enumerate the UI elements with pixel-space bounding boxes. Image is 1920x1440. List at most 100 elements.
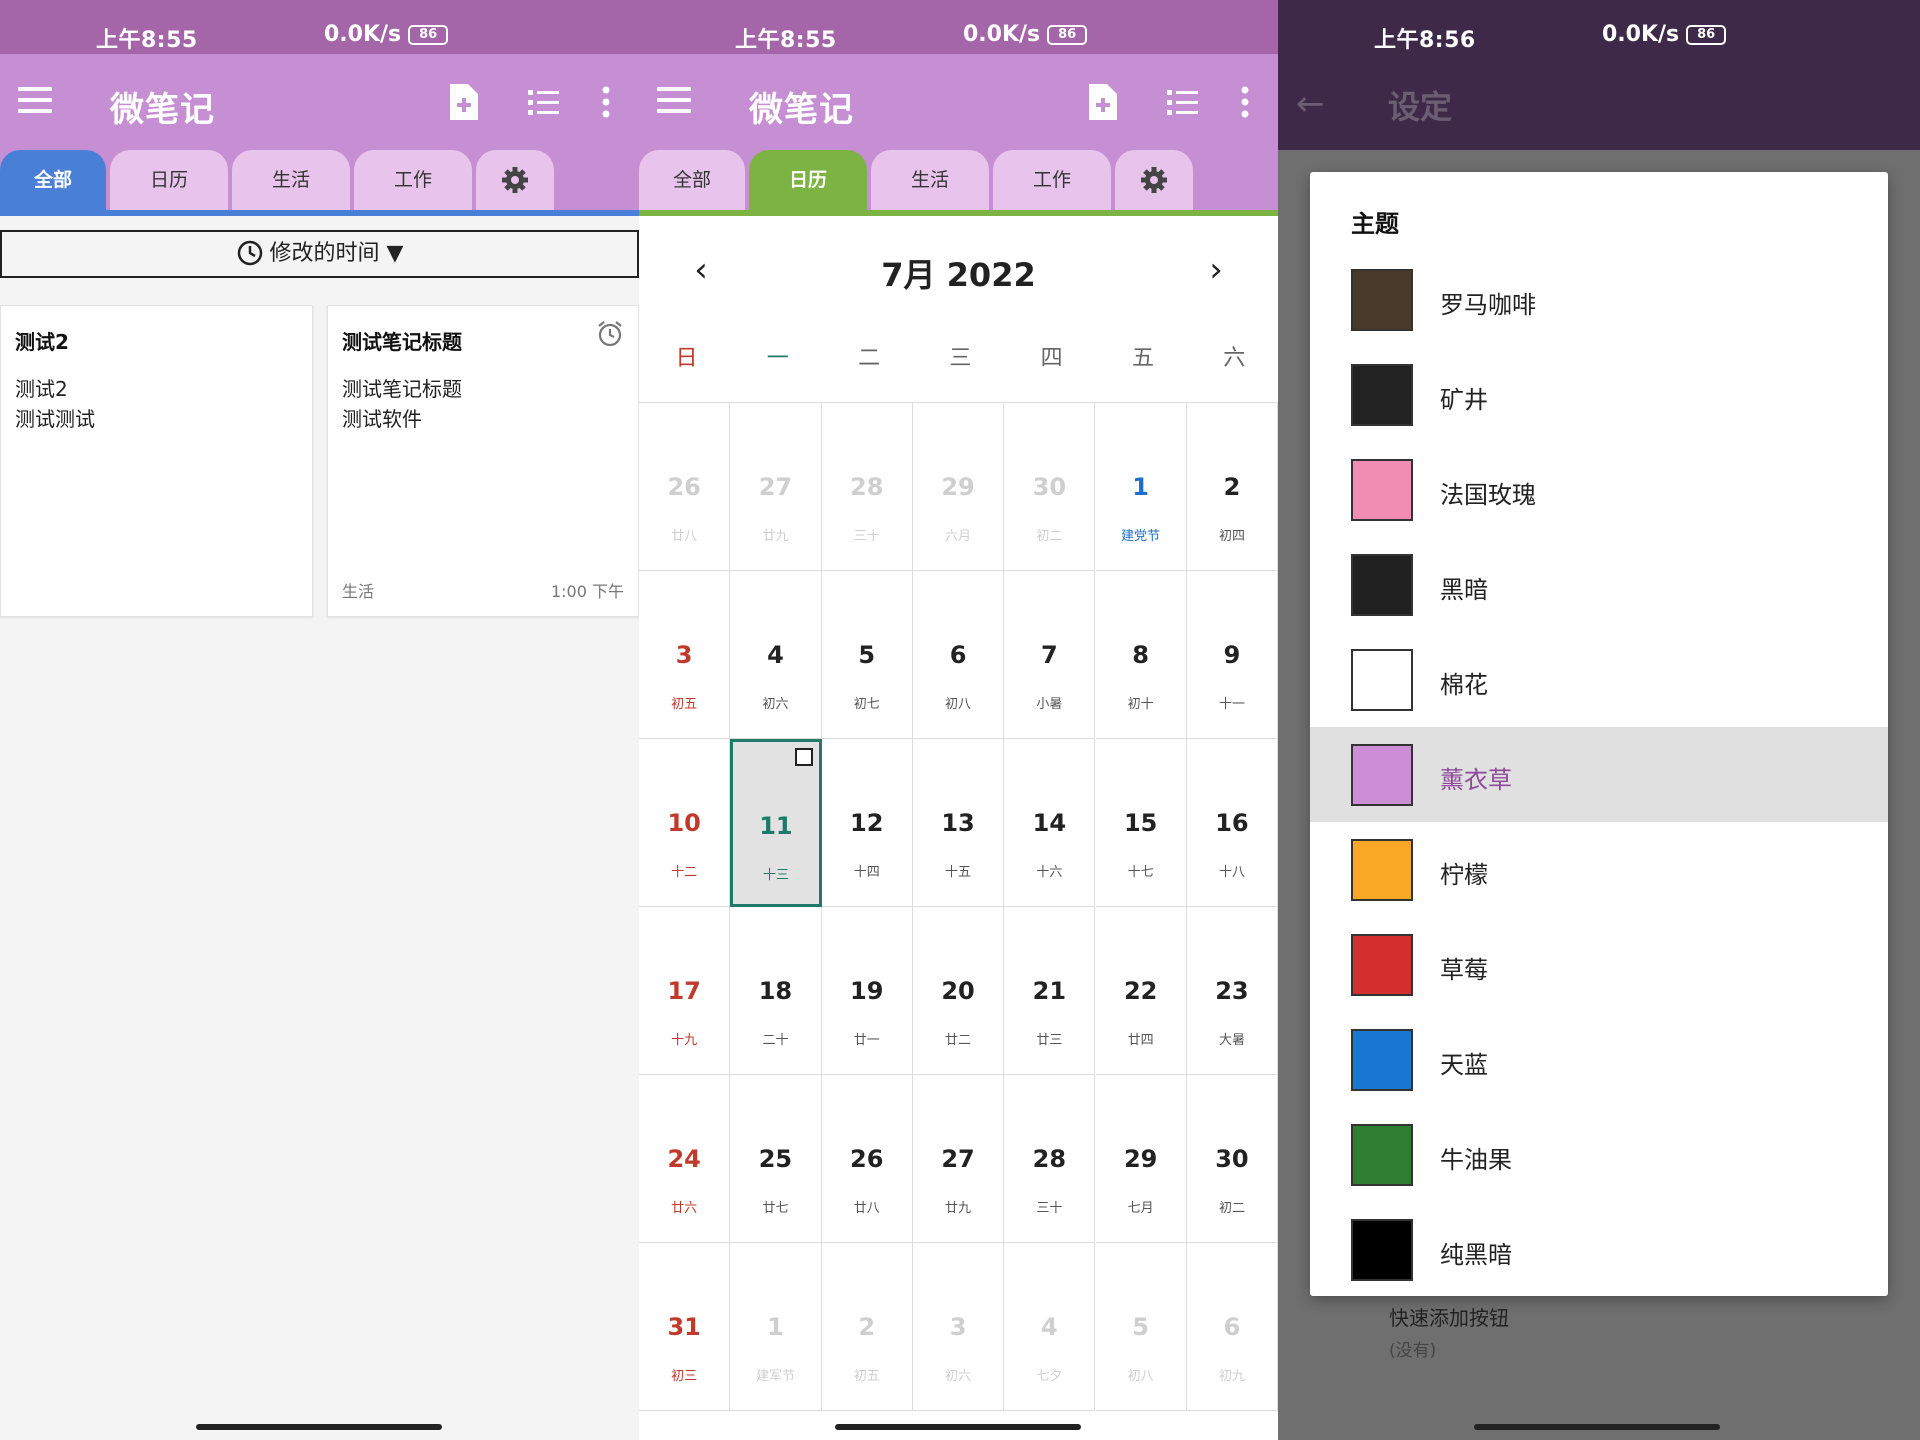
calendar-day-cell[interactable]: 28 三十 xyxy=(821,403,913,571)
tab-calendar[interactable]: 日历 xyxy=(749,150,867,212)
lunar-label: 十九 xyxy=(671,1033,698,1048)
calendar-day-cell[interactable]: 24 廿六 xyxy=(639,1075,731,1243)
calendar-day-cell[interactable]: 4 初六 xyxy=(730,571,822,739)
tab-settings[interactable] xyxy=(1115,150,1193,212)
calendar-day-cell[interactable]: 5 初八 xyxy=(1095,1243,1187,1411)
lunar-label: 廿九 xyxy=(945,1201,972,1216)
note-card[interactable]: 测试2 测试2 测试测试 xyxy=(0,305,313,617)
calendar-day-cell[interactable]: 23 大暑 xyxy=(1186,907,1278,1075)
tab-work[interactable]: 工作 xyxy=(993,150,1111,212)
theme-color-swatch xyxy=(1351,649,1413,711)
calendar-day-cell[interactable]: 2 初五 xyxy=(821,1243,913,1411)
tab-all[interactable]: 全部 xyxy=(0,150,106,212)
menu-icon[interactable] xyxy=(18,87,52,113)
day-number: 2 xyxy=(858,1313,876,1341)
battery-icon: 86 xyxy=(1047,24,1088,45)
more-options-icon[interactable] xyxy=(1237,82,1253,122)
theme-option[interactable]: 棉花 xyxy=(1310,632,1888,727)
tab-work[interactable]: 工作 xyxy=(354,150,472,212)
calendar-day-cell[interactable]: 10 十二 xyxy=(639,739,731,907)
tab-life[interactable]: 生活 xyxy=(232,150,350,212)
calendar-screen: 上午8:55 0.0K/s 86 微笔记 全部 日历 生活 工作 ‹ 7月 20… xyxy=(639,0,1278,1440)
calendar-day-cell[interactable]: 18 二十 xyxy=(730,907,822,1075)
calendar-day-cell[interactable]: 21 廿三 xyxy=(1004,907,1096,1075)
lunar-label: 初十 xyxy=(1127,697,1154,712)
theme-option[interactable]: 纯黑暗 xyxy=(1310,1202,1888,1297)
calendar-day-cell[interactable]: 15 十七 xyxy=(1095,739,1187,907)
calendar-day-cell[interactable]: 3 初六 xyxy=(912,1243,1005,1411)
day-number: 20 xyxy=(941,977,975,1005)
calendar-day-cell[interactable]: 5 初七 xyxy=(821,571,913,739)
calendar-day-cell[interactable]: 16 十八 xyxy=(1186,739,1278,907)
note-card[interactable]: 测试笔记标题 测试笔记标题 测试软件 生活 1:00 下午 xyxy=(327,305,639,617)
theme-option[interactable]: 罗马咖啡 xyxy=(1310,252,1888,347)
lunar-label: 初八 xyxy=(945,697,972,712)
theme-color-swatch xyxy=(1351,934,1413,996)
calendar-day-cell[interactable]: 13 十五 xyxy=(912,739,1005,907)
calendar-day-cell[interactable]: 27 廿九 xyxy=(912,1075,1005,1243)
day-number: 12 xyxy=(850,809,884,837)
calendar-day-cell[interactable]: 29 七月 xyxy=(1095,1075,1187,1243)
calendar-day-cell[interactable]: 12 十四 xyxy=(821,739,913,907)
quick-add-setting-label[interactable]: 快速添加按钮 xyxy=(1389,1302,1509,1331)
next-month-button[interactable]: › xyxy=(1196,252,1236,292)
lunar-label: 初二 xyxy=(1218,1201,1245,1216)
note-checkbox-icon[interactable] xyxy=(794,748,813,766)
calendar-day-cell[interactable]: 3 初五 xyxy=(639,571,731,739)
calendar-day-cell[interactable]: 14 十六 xyxy=(1004,739,1096,907)
calendar-day-cell[interactable]: 11 十三 xyxy=(730,739,822,907)
calendar-day-cell[interactable]: 4 七夕 xyxy=(1004,1243,1096,1411)
calendar-day-cell[interactable]: 30 初二 xyxy=(1004,403,1096,571)
theme-color-swatch xyxy=(1351,744,1413,806)
lunar-label: 初八 xyxy=(1127,1369,1154,1384)
calendar-day-cell[interactable]: 27 廿九 xyxy=(730,403,822,571)
list-view-icon[interactable] xyxy=(526,82,562,122)
calendar-day-cell[interactable]: 7 小暑 xyxy=(1004,571,1096,739)
theme-option[interactable]: 天蓝 xyxy=(1310,1012,1888,1107)
menu-icon[interactable] xyxy=(657,87,691,113)
calendar-day-cell[interactable]: 22 廿四 xyxy=(1095,907,1187,1075)
theme-option[interactable]: 法国玫瑰 xyxy=(1310,442,1888,537)
calendar-day-cell[interactable]: 1 建党节 xyxy=(1095,403,1187,571)
calendar-day-cell[interactable]: 2 初四 xyxy=(1186,403,1278,571)
calendar-day-cell[interactable]: 30 初二 xyxy=(1186,1075,1278,1243)
lunar-label: 十一 xyxy=(1218,697,1245,712)
lunar-label: 十三 xyxy=(762,868,789,883)
day-number: 19 xyxy=(850,977,884,1005)
calendar-day-cell[interactable]: 26 廿八 xyxy=(639,403,731,571)
tab-settings[interactable] xyxy=(476,150,554,212)
theme-name: 棉花 xyxy=(1440,671,1488,699)
calendar-day-cell[interactable]: 17 十九 xyxy=(639,907,731,1075)
calendar-day-cell[interactable]: 9 十一 xyxy=(1186,571,1278,739)
theme-option[interactable]: 黑暗 xyxy=(1310,537,1888,632)
sort-button[interactable]: 修改的时间 ▼ xyxy=(0,230,639,278)
theme-option[interactable]: 薰衣草 xyxy=(1310,727,1888,822)
new-note-icon[interactable] xyxy=(1085,82,1121,122)
tab-all[interactable]: 全部 xyxy=(639,150,745,212)
list-view-icon[interactable] xyxy=(1165,82,1201,122)
theme-option[interactable]: 柠檬 xyxy=(1310,822,1888,917)
lunar-label: 廿二 xyxy=(945,1033,972,1048)
day-number: 1 xyxy=(767,1313,784,1341)
calendar-day-cell[interactable]: 19 廿一 xyxy=(821,907,913,1075)
theme-option[interactable]: 牛油果 xyxy=(1310,1107,1888,1202)
calendar-day-cell[interactable]: 6 初八 xyxy=(912,571,1005,739)
calendar-day-cell[interactable]: 25 廿七 xyxy=(730,1075,822,1243)
calendar-day-cell[interactable]: 1 建军节 xyxy=(730,1243,822,1411)
calendar-day-cell[interactable]: 31 初三 xyxy=(639,1243,731,1411)
calendar-day-cell[interactable]: 8 初十 xyxy=(1095,571,1187,739)
calendar-day-cell[interactable]: 6 初九 xyxy=(1186,1243,1278,1411)
calendar-day-cell[interactable]: 29 六月 xyxy=(912,403,1005,571)
theme-option[interactable]: 草莓 xyxy=(1310,917,1888,1012)
tab-calendar[interactable]: 日历 xyxy=(110,150,228,212)
back-arrow-icon[interactable]: ← xyxy=(1296,84,1325,124)
tab-life[interactable]: 生活 xyxy=(871,150,989,212)
calendar-day-cell[interactable]: 28 三十 xyxy=(1004,1075,1096,1243)
more-options-icon[interactable] xyxy=(598,82,614,122)
theme-option[interactable]: 矿井 xyxy=(1310,347,1888,442)
theme-color-swatch xyxy=(1351,459,1413,521)
calendar-day-cell[interactable]: 20 廿二 xyxy=(912,907,1005,1075)
calendar-day-cell[interactable]: 26 廿八 xyxy=(821,1075,913,1243)
new-note-icon[interactable] xyxy=(446,82,482,122)
day-number: 22 xyxy=(1123,977,1158,1005)
